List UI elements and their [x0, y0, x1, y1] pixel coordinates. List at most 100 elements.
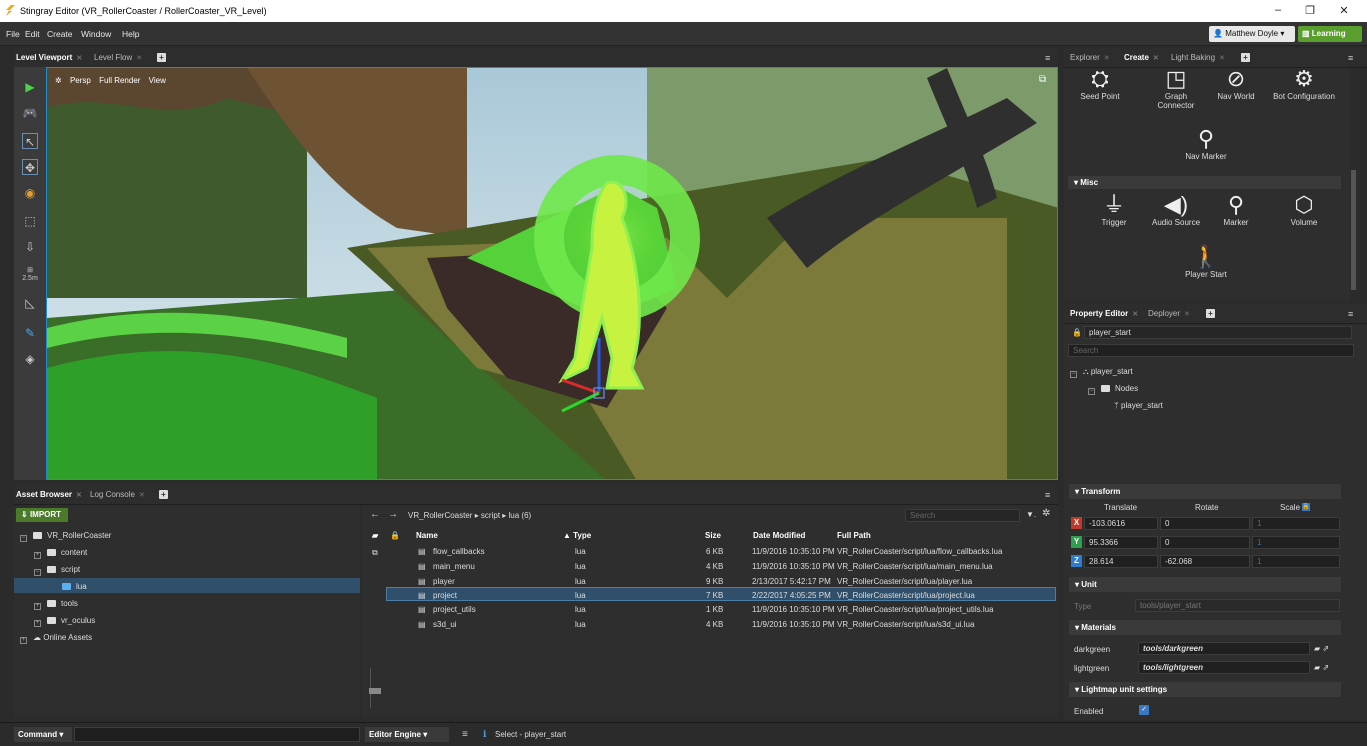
gamepad-icon[interactable]: 🎮: [22, 105, 38, 121]
close-button[interactable]: ✕: [1334, 4, 1354, 17]
tree-root[interactable]: − VR_RollerCoaster: [20, 531, 111, 542]
filter-icon[interactable]: ▼.: [1026, 510, 1036, 519]
browse-folder-icon[interactable]: ▰ ⇗: [1314, 663, 1329, 672]
panel-menu-icon[interactable]: ≡: [1045, 490, 1050, 500]
log-list-icon[interactable]: ≡: [462, 729, 468, 740]
scale-y-field[interactable]: 1: [1252, 536, 1340, 549]
rotate-x-field[interactable]: 0: [1160, 517, 1250, 530]
create-scrollbar[interactable]: [1351, 170, 1356, 290]
collapse-icon[interactable]: −: [1070, 371, 1077, 378]
graph-connector-item[interactable]: ◳ Graph Connector: [1150, 66, 1202, 110]
breadcrumb[interactable]: VR_RollerCoaster ▸ script ▸ lua (6): [408, 511, 531, 520]
expand-icon[interactable]: +: [20, 637, 27, 644]
play-icon[interactable]: ▶: [22, 79, 38, 95]
translate-y-field[interactable]: 95.3366: [1084, 536, 1158, 549]
close-icon[interactable]: ✕: [139, 492, 145, 499]
close-icon[interactable]: ✕: [1184, 311, 1190, 318]
close-icon[interactable]: ✕: [1153, 55, 1159, 62]
tab-property-editor[interactable]: Property Editor ✕: [1070, 309, 1138, 318]
slider-handle[interactable]: [369, 688, 381, 694]
close-icon[interactable]: ✕: [136, 55, 142, 62]
level-viewport[interactable]: ✲ Persp Full Render View ⧉: [46, 67, 1058, 480]
expand-icon[interactable]: +: [34, 552, 41, 559]
tree-script[interactable]: − script: [34, 565, 80, 576]
enabled-checkbox[interactable]: ✓: [1139, 705, 1149, 715]
tree-vr-oculus[interactable]: + vr_oculus: [34, 616, 95, 627]
tab-explorer[interactable]: Explorer ✕: [1070, 53, 1110, 62]
collapse-icon[interactable]: −: [1088, 388, 1095, 395]
thumbnail-size-slider[interactable]: [369, 668, 382, 708]
menu-create[interactable]: Create: [47, 29, 73, 39]
new-file-icon[interactable]: ⧉: [372, 548, 378, 558]
panel-menu-icon[interactable]: ≡: [1045, 53, 1050, 63]
paint-tool-icon[interactable]: ✎: [22, 325, 38, 341]
material-field[interactable]: tools/lightgreen: [1138, 661, 1310, 674]
import-button[interactable]: ⇓ IMPORT: [16, 508, 68, 522]
misc-section-header[interactable]: ▾ Misc: [1068, 176, 1341, 189]
tree-tools[interactable]: + tools: [34, 599, 78, 610]
minimize-button[interactable]: –: [1268, 4, 1288, 16]
menu-window[interactable]: Window: [81, 29, 111, 39]
scale-z-field[interactable]: 1: [1252, 555, 1340, 568]
maximize-viewport-icon[interactable]: ⧉: [1039, 74, 1046, 85]
command-input[interactable]: [74, 727, 360, 742]
place-tool-icon[interactable]: ⇩: [22, 239, 38, 255]
collapse-icon[interactable]: −: [34, 569, 41, 576]
add-tab-icon[interactable]: +: [1241, 53, 1250, 62]
rotate-tool-icon[interactable]: ◉: [22, 185, 38, 201]
materials-header[interactable]: ▾ Materials: [1069, 620, 1341, 635]
settings-icon[interactable]: ✲: [55, 76, 62, 85]
restore-button[interactable]: ❐: [1300, 4, 1320, 17]
lightmap-header[interactable]: ▾ Lightmap unit settings: [1069, 682, 1341, 697]
pack-tool-icon[interactable]: ◈: [22, 351, 38, 367]
asset-search-input[interactable]: Search: [905, 509, 1020, 522]
tab-asset-browser[interactable]: Asset Browser ✕: [16, 490, 82, 499]
expand-icon[interactable]: +: [34, 620, 41, 627]
tab-create[interactable]: Create ✕: [1124, 53, 1159, 62]
lock-icon[interactable]: 🔒: [1072, 328, 1082, 337]
column-type[interactable]: ▲ Type: [563, 531, 591, 540]
collapse-icon[interactable]: −: [20, 535, 27, 542]
tree-root[interactable]: − ⛬ player_start: [1070, 367, 1133, 378]
scale-lock-icon[interactable]: 🔒: [1302, 503, 1310, 511]
add-tab-icon[interactable]: +: [1206, 309, 1215, 318]
tab-deployer[interactable]: Deployer ✕: [1148, 309, 1190, 318]
player-start-item[interactable]: 🚶 Player Start: [1174, 244, 1238, 279]
tab-level-viewport[interactable]: Level Viewport ✕: [16, 53, 82, 62]
unit-header[interactable]: ▾ Unit: [1069, 577, 1341, 592]
select-tool-icon[interactable]: ↖: [22, 133, 38, 149]
material-field[interactable]: tools/darkgreen: [1138, 642, 1310, 655]
menu-edit[interactable]: Edit: [25, 29, 40, 39]
volume-item[interactable]: ⬡ Volume: [1278, 192, 1330, 227]
column-name[interactable]: Name: [416, 531, 438, 540]
translate-x-field[interactable]: -103.0616: [1084, 517, 1158, 530]
settings-icon[interactable]: ✲: [1042, 508, 1050, 519]
learning-button[interactable]: ▥ Learning: [1298, 26, 1362, 42]
engine-dropdown[interactable]: Editor Engine ▾: [365, 727, 449, 742]
seed-point-item[interactable]: ⛭ Seed Point: [1074, 66, 1126, 101]
object-name-field[interactable]: player_start: [1084, 326, 1352, 339]
menu-file[interactable]: File: [6, 29, 20, 39]
close-icon[interactable]: ✕: [1219, 55, 1225, 62]
forward-arrow-icon[interactable]: →: [388, 509, 398, 520]
nav-marker-item[interactable]: ⚲ Nav Marker: [1176, 126, 1236, 161]
bot-configuration-item[interactable]: ⚙ Bot Configuration: [1264, 66, 1344, 101]
render-mode-menu[interactable]: Full Render: [99, 76, 140, 85]
menu-help[interactable]: Help: [122, 29, 139, 39]
command-dropdown[interactable]: Command ▾: [14, 727, 72, 742]
trigger-item[interactable]: ⏚ Trigger: [1088, 192, 1140, 227]
scale-tool-icon[interactable]: ⬚: [22, 213, 38, 229]
snap-tool-icon[interactable]: ⊞ 2.5m: [22, 267, 38, 283]
tree-nodes[interactable]: − Nodes: [1088, 384, 1138, 395]
column-date-modified[interactable]: Date Modified: [753, 531, 805, 540]
transform-header[interactable]: ▾ Transform: [1069, 484, 1341, 499]
column-full-path[interactable]: Full Path: [837, 531, 871, 540]
tab-light-baking[interactable]: Light Baking ✕: [1171, 53, 1225, 62]
tree-content[interactable]: + content: [34, 548, 87, 559]
column-size[interactable]: Size: [705, 531, 721, 540]
add-tab-icon[interactable]: +: [157, 53, 166, 62]
scale-x-field[interactable]: 1: [1252, 517, 1340, 530]
view-menu[interactable]: View: [149, 76, 166, 85]
tree-leaf[interactable]: ᛘ player_start: [1114, 401, 1163, 410]
marker-item[interactable]: ⚲ Marker: [1210, 192, 1262, 227]
